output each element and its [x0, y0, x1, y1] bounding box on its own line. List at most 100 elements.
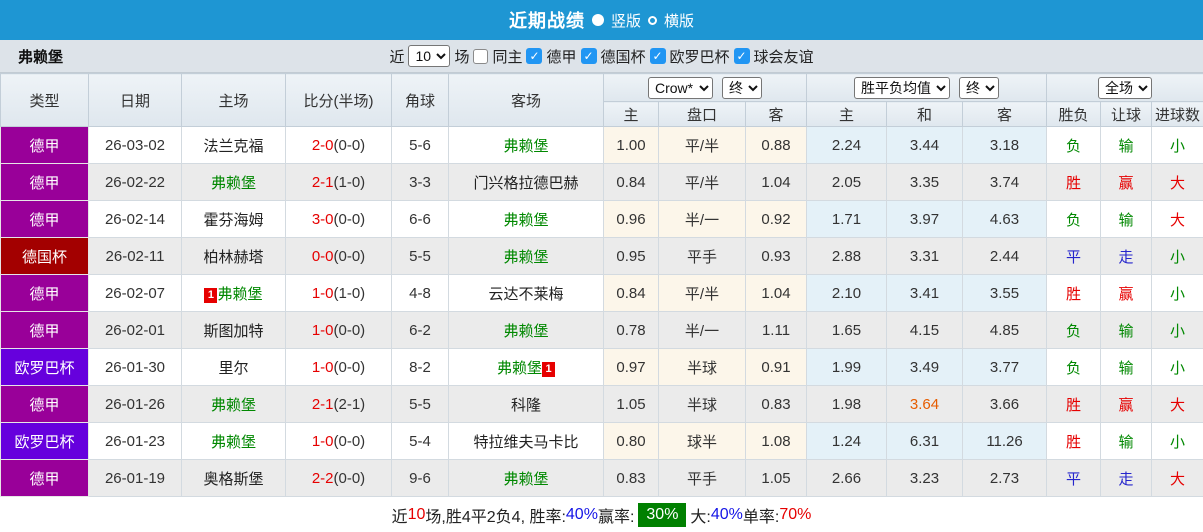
home-team-name: 弗赖堡	[210, 433, 256, 451]
avg-home-cell: 1.65	[806, 311, 888, 349]
avg-draw-cell: 3.97	[886, 200, 964, 238]
home-team-cell: 法兰克福	[181, 126, 286, 164]
home-team-name: 霍芬海姆	[203, 211, 264, 229]
halftime-score: (1-0)	[333, 173, 366, 191]
horizontal-layout-label[interactable]: 横版	[664, 10, 694, 31]
home-team-name: 法兰克福	[203, 137, 264, 155]
result-handicap-cell: 输	[1100, 126, 1153, 164]
result-group-header: 全场	[1046, 73, 1203, 102]
league-filter-label-bundesliga[interactable]: 德甲	[546, 46, 576, 67]
odds-home-cell: 1.00	[603, 126, 659, 164]
odds-source-select[interactable]: Crow*	[648, 76, 713, 99]
avg-home-cell: 1.98	[806, 385, 888, 423]
avg-away-cell: 2.44	[962, 237, 1048, 275]
league-filter-label-friendly[interactable]: 球会友谊	[754, 46, 814, 67]
result-outcome-cell: 胜	[1046, 422, 1102, 460]
league-filter-checkbox-friendly[interactable]: ✓	[733, 48, 750, 64]
vertical-layout-label[interactable]: 竖版	[611, 10, 641, 31]
league-filter-label-dfb-pokal[interactable]: 德国杯	[601, 46, 646, 67]
horizontal-layout-radio[interactable]	[648, 15, 657, 25]
halftime-score: (1-0)	[333, 284, 366, 302]
odds-handicap-cell: 半/一	[658, 311, 746, 349]
scope-select[interactable]: 全场	[1098, 76, 1153, 99]
games-label: 场	[454, 48, 470, 66]
odds-handicap-cell: 平/半	[658, 163, 746, 201]
header-avg-draw: 和	[886, 101, 964, 127]
odds-home-cell: 0.96	[603, 200, 659, 238]
home-team-name: 弗赖堡	[217, 285, 263, 303]
result-goals-cell: 大	[1151, 385, 1203, 423]
table-row: 欧罗巴杯 26-01-23 弗赖堡 1-0(0-0) 5-4 特拉维夫马卡比 0.80 球半 1…	[0, 422, 1203, 460]
league-filter-checkbox-europa[interactable]: ✓	[649, 48, 666, 64]
games-count-select[interactable]: 10	[408, 45, 451, 67]
halftime-score: (0-0)	[333, 321, 366, 339]
table-header: 类型 日期 主场 比分(半场) 角球 客场 Crow* 终 胜平负均值 终 全场…	[0, 73, 1203, 127]
recent-results-page: 近期战绩 竖版 横版 弗赖堡 近 10 场 同主 ✓ 德甲 ✓ 德国杯 ✓ 欧罗…	[0, 0, 1203, 532]
avg-group-header: 胜平负均值 终	[806, 73, 1048, 102]
avg-type-select[interactable]: 胜平负均值	[854, 76, 951, 99]
page-title: 近期战绩	[508, 11, 585, 31]
header-avg-away: 客	[962, 101, 1048, 127]
away-team-cell: 特拉维夫马卡比	[448, 422, 604, 460]
corner-cell: 9-6	[391, 459, 449, 497]
corner-cell: 4-8	[391, 274, 449, 312]
league-filter-checkbox-dfb-pokal[interactable]: ✓	[580, 48, 597, 64]
avg-away-cell: 4.85	[962, 311, 1048, 349]
avg-draw-cell: 3.44	[886, 126, 964, 164]
avg-away-cell: 3.55	[962, 274, 1048, 312]
odds-state-select[interactable]: 终	[722, 76, 762, 99]
odds-handicap-cell: 平/半	[658, 126, 746, 164]
odds-home-cell: 0.84	[603, 163, 659, 201]
away-team-name: 弗赖堡	[503, 137, 549, 155]
home-team-cell: 1 弗赖堡	[181, 274, 286, 312]
table-row: 德甲 26-03-02 法兰克福 2-0(0-0) 5-6 弗赖堡 1.00 平/半 0.88 2…	[0, 126, 1203, 164]
result-handicap-cell: 走	[1100, 459, 1153, 497]
avg-home-cell: 2.66	[806, 459, 888, 497]
fulltime-score: 2-1	[311, 395, 334, 413]
away-team-name: 弗赖堡	[503, 322, 549, 340]
corner-cell: 5-4	[391, 422, 449, 460]
odds-away-cell: 1.05	[744, 459, 808, 497]
halftime-score: (0-0)	[333, 210, 366, 228]
score-cell: 2-1(2-1)	[285, 385, 392, 423]
result-handicap-cell: 赢	[1100, 163, 1153, 201]
fulltime-score: 1-0	[311, 432, 334, 450]
league-type-cell: 德甲	[0, 459, 89, 497]
home-team-name: 弗赖堡	[210, 174, 256, 192]
summary-segment: 30%	[638, 502, 687, 527]
vertical-layout-radio[interactable]	[591, 14, 604, 26]
summary-segment: 大:	[690, 508, 711, 526]
league-type-cell: 欧罗巴杯	[0, 348, 89, 386]
score-cell: 1-0(0-0)	[285, 311, 392, 349]
avg-home-cell: 2.24	[806, 126, 888, 164]
fulltime-score: 3-0	[311, 210, 334, 228]
avg-state-select[interactable]: 终	[959, 76, 1000, 99]
league-filter-label-europa[interactable]: 欧罗巴杯	[670, 46, 730, 67]
home-team-cell: 奥格斯堡	[181, 459, 286, 497]
same-home-label[interactable]: 同主	[492, 46, 522, 67]
away-team-cell: 弗赖堡	[448, 200, 604, 238]
odds-home-cell: 0.84	[603, 274, 659, 312]
avg-draw-cell: 3.23	[886, 459, 964, 497]
home-team-name: 柏林赫塔	[203, 248, 264, 266]
corner-cell: 5-5	[391, 237, 449, 275]
league-type-cell: 欧罗巴杯	[0, 422, 89, 460]
result-goals-cell: 小	[1151, 274, 1203, 312]
same-home-checkbox[interactable]	[473, 48, 489, 64]
near-label: 近	[389, 48, 405, 66]
team-name: 弗赖堡	[18, 48, 64, 66]
league-type-cell: 德甲	[0, 200, 89, 238]
avg-away-cell: 11.26	[962, 422, 1048, 460]
date-cell: 26-02-11	[88, 237, 182, 275]
table-row: 德甲 26-01-19 奥格斯堡 2-2(0-0) 9-6 弗赖堡 0.83 平手 1.05 2.…	[0, 459, 1203, 497]
fulltime-score: 2-2	[311, 469, 334, 487]
result-goals-cell: 小	[1151, 422, 1203, 460]
league-filter-checkbox-bundesliga[interactable]: ✓	[526, 48, 543, 64]
home-team-cell: 里尔	[181, 348, 286, 386]
table-row: 欧罗巴杯 26-01-30 里尔 1-0(0-0) 8-2 弗赖堡 1 0.97 半球 0.91 1…	[0, 348, 1203, 386]
away-team-name: 科隆	[510, 396, 541, 414]
summary-segment: 近	[391, 508, 408, 526]
odds-home-cell: 0.78	[603, 311, 659, 349]
fulltime-score: 1-0	[311, 321, 334, 339]
away-team-name: 特拉维夫马卡比	[473, 433, 579, 451]
